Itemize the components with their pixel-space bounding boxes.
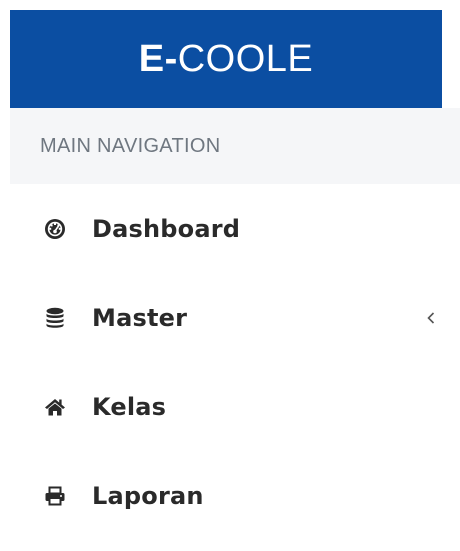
main-navigation-header: MAIN NAVIGATION [10,108,460,184]
sidebar-menu: Dashboard Master Kelas Laporan [10,184,460,540]
sidebar-item-laporan[interactable]: Laporan [10,451,460,540]
sidebar-item-dashboard[interactable]: Dashboard [10,184,460,273]
brand-title-bold: E- [138,37,178,80]
chevron-left-icon[interactable] [424,309,438,327]
sidebar-item-label: Kelas [92,392,167,421]
sidebar-item-label: Master [92,303,188,332]
sidebar-item-master[interactable]: Master [10,273,460,362]
brand-logo[interactable]: E- COOLE [10,10,442,108]
sidebar-item-label: Dashboard [92,214,241,243]
database-icon [44,307,66,329]
sidebar-item-kelas[interactable]: Kelas [10,362,460,451]
sidebar-item-label: Laporan [92,481,204,510]
brand-title-rest: COOLE [177,37,314,80]
print-icon [44,485,66,507]
home-icon [44,396,66,418]
sidebar: E- COOLE MAIN NAVIGATION Dashboard Maste… [0,0,460,551]
dashboard-gauge-icon [44,218,66,240]
